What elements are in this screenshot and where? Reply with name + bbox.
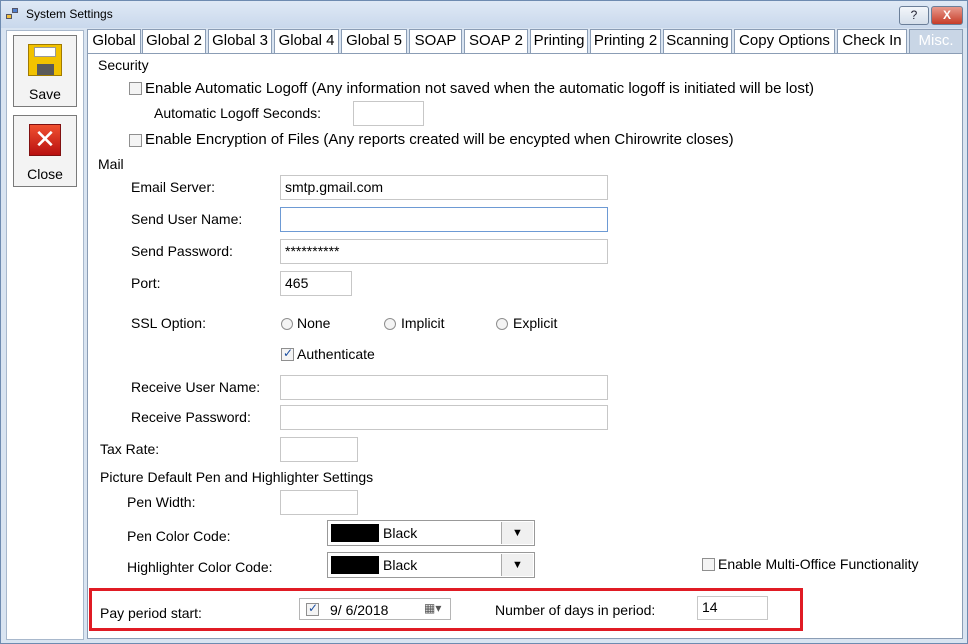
pen-color-label: Pen Color Code: bbox=[127, 528, 231, 544]
tax-rate-input[interactable] bbox=[280, 437, 358, 462]
receive-user-input[interactable] bbox=[280, 375, 608, 400]
send-password-input[interactable]: ********** bbox=[280, 239, 608, 264]
close-x-icon: ✕ bbox=[29, 124, 61, 156]
pen-color-select[interactable]: Black ▼ bbox=[327, 520, 535, 546]
days-in-period-input[interactable]: 14 bbox=[697, 596, 768, 620]
multi-office-label: Enable Multi-Office Functionality bbox=[718, 556, 919, 572]
send-password-label: Send Password: bbox=[131, 243, 233, 259]
ssl-none-radio[interactable] bbox=[281, 318, 293, 330]
authenticate-label: Authenticate bbox=[297, 346, 375, 362]
ssl-option-label: SSL Option: bbox=[131, 315, 206, 331]
tab-misc[interactable]: Misc. bbox=[909, 29, 963, 53]
tab-global-5[interactable]: Global 5 bbox=[341, 29, 407, 53]
window-title: System Settings bbox=[26, 7, 113, 21]
authenticate-checkbox[interactable] bbox=[281, 346, 294, 361]
ssl-explicit-label: Explicit bbox=[513, 315, 558, 331]
tab-global-2[interactable]: Global 2 bbox=[142, 29, 206, 53]
tab-global-3[interactable]: Global 3 bbox=[208, 29, 272, 53]
title-bar: System Settings ? X bbox=[1, 1, 967, 28]
encryption-checkbox[interactable] bbox=[129, 134, 142, 147]
highlighter-color-swatch bbox=[331, 556, 379, 574]
port-label: Port: bbox=[131, 275, 161, 291]
pen-color-swatch bbox=[331, 524, 379, 542]
help-button[interactable]: ? bbox=[899, 6, 929, 25]
floppy-disk-icon bbox=[28, 44, 62, 76]
chevron-down-icon[interactable]: ▼ bbox=[501, 554, 533, 576]
save-label: Save bbox=[29, 86, 61, 102]
pen-width-label: Pen Width: bbox=[127, 494, 196, 510]
tax-rate-label: Tax Rate: bbox=[100, 441, 160, 457]
pen-width-input[interactable] bbox=[280, 490, 358, 515]
ssl-implicit-radio[interactable] bbox=[384, 318, 396, 330]
ssl-explicit-radio[interactable] bbox=[496, 318, 508, 330]
tab-copy-options[interactable]: Copy Options bbox=[734, 29, 835, 53]
calendar-dropdown-icon[interactable]: ▦▾ bbox=[424, 601, 441, 615]
auto-logoff-label: Enable Automatic Logoff (Any information… bbox=[145, 80, 814, 97]
receive-password-input[interactable] bbox=[280, 405, 608, 430]
receive-password-label: Receive Password: bbox=[131, 409, 251, 425]
pen-color-value: Black bbox=[383, 525, 418, 541]
security-heading: Security bbox=[98, 57, 149, 73]
port-input[interactable]: 465 bbox=[280, 271, 352, 296]
send-user-input[interactable] bbox=[280, 207, 608, 232]
logoff-seconds-label: Automatic Logoff Seconds: bbox=[154, 105, 322, 121]
highlighter-color-select[interactable]: Black ▼ bbox=[327, 552, 535, 578]
auto-logoff-checkbox[interactable] bbox=[129, 82, 142, 95]
ssl-none-label: None bbox=[297, 315, 331, 331]
mail-heading: Mail bbox=[98, 156, 124, 172]
encryption-label: Enable Encryption of Files (Any reports … bbox=[145, 131, 734, 148]
save-button[interactable]: Save bbox=[13, 35, 77, 107]
tab-soap-2[interactable]: SOAP 2 bbox=[464, 29, 528, 53]
pay-period-date-picker[interactable]: 9/ 6/2018 ▦▾ bbox=[299, 598, 451, 620]
system-settings-window: System Settings ? X Save ✕ Close Global … bbox=[0, 0, 968, 644]
window-close-button[interactable]: X bbox=[931, 6, 963, 25]
pay-period-date-value: 9/ 6/2018 bbox=[330, 602, 389, 618]
highlighter-color-value: Black bbox=[383, 557, 418, 573]
tab-check-in[interactable]: Check In bbox=[837, 29, 907, 53]
tab-scanning[interactable]: Scanning bbox=[663, 29, 732, 53]
email-server-label: Email Server: bbox=[131, 179, 216, 195]
pay-period-start-label: Pay period start: bbox=[100, 605, 202, 621]
tab-printing[interactable]: Printing bbox=[530, 29, 588, 53]
highlighter-color-label: Highlighter Color Code: bbox=[127, 559, 273, 575]
close-button[interactable]: ✕ Close bbox=[13, 115, 77, 187]
receive-user-label: Receive User Name: bbox=[131, 379, 261, 395]
email-server-input[interactable]: smtp.gmail.com bbox=[280, 175, 608, 200]
ssl-implicit-label: Implicit bbox=[401, 315, 445, 331]
close-label: Close bbox=[27, 166, 63, 182]
tab-soap[interactable]: SOAP bbox=[409, 29, 462, 53]
chevron-down-icon[interactable]: ▼ bbox=[501, 522, 533, 544]
send-user-label: Send User Name: bbox=[131, 211, 243, 227]
tab-printing-2[interactable]: Printing 2 bbox=[590, 29, 661, 53]
action-panel: Save ✕ Close bbox=[6, 30, 84, 640]
pay-period-enable-checkbox[interactable] bbox=[306, 601, 319, 616]
picture-settings-heading: Picture Default Pen and Highlighter Sett… bbox=[100, 469, 374, 485]
app-icon bbox=[6, 8, 20, 20]
tab-global-4[interactable]: Global 4 bbox=[274, 29, 339, 53]
logoff-seconds-input[interactable] bbox=[353, 101, 424, 126]
days-in-period-label: Number of days in period: bbox=[495, 602, 656, 618]
multi-office-checkbox[interactable] bbox=[702, 558, 715, 571]
tab-global[interactable]: Global bbox=[87, 29, 141, 53]
